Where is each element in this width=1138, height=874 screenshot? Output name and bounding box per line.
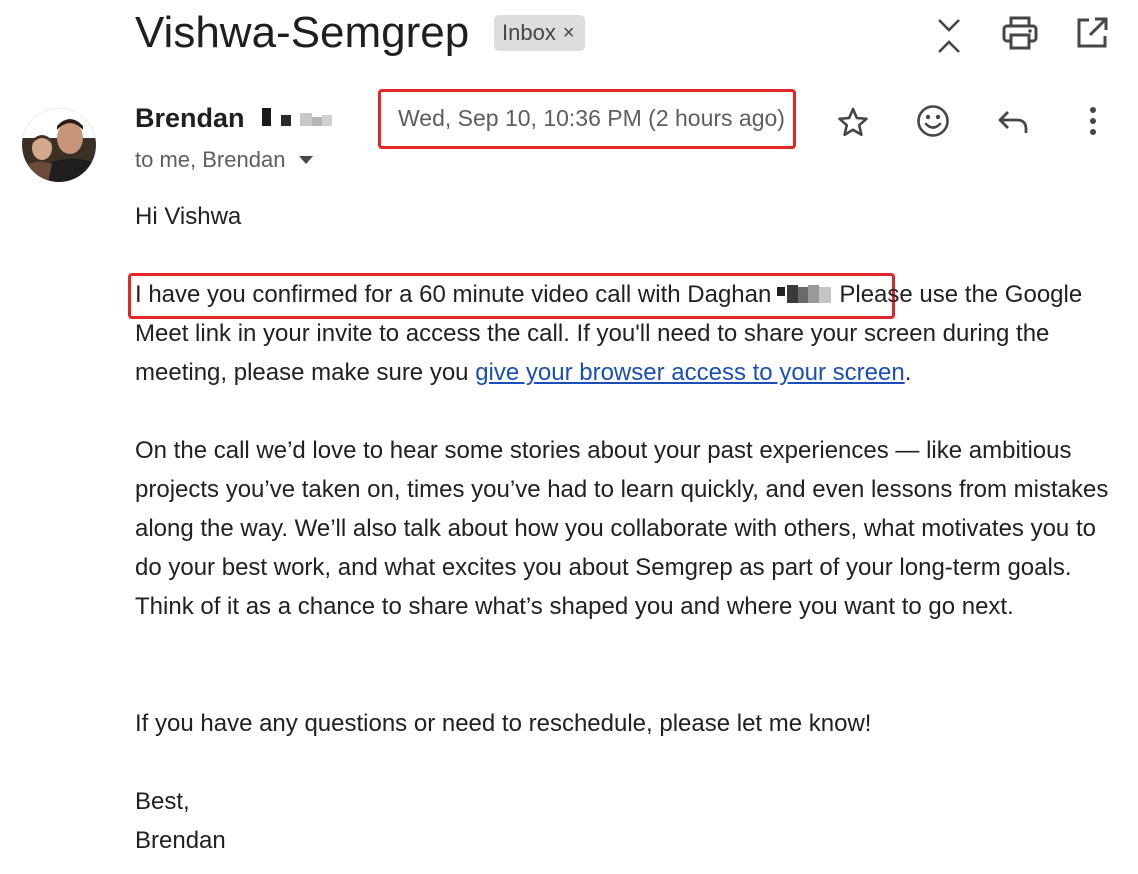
emoji-reaction-icon[interactable]	[909, 97, 957, 145]
email-paragraph-1: I have you confirmed for a 60 minute vid…	[135, 275, 1125, 392]
remove-label-icon[interactable]: ×	[563, 22, 575, 45]
email-paragraph-3: If you have any questions or need to res…	[135, 710, 872, 737]
collapse-expand-icon[interactable]	[927, 14, 971, 58]
screen-access-link[interactable]: give your browser access to your screen	[475, 359, 905, 386]
email-paragraph-2: On the call we’d love to hear some stori…	[135, 437, 1109, 620]
redacted-surname	[262, 108, 334, 130]
recipients-text: to me, Brendan	[135, 147, 286, 172]
sender-name[interactable]: Brendan	[135, 103, 245, 134]
email-subject: Vishwa-Semgrep	[135, 8, 470, 57]
inbox-label-chip[interactable]: Inbox ×	[494, 15, 585, 51]
p1-confirmation-text: I have you confirmed for a 60 minute vid…	[135, 281, 772, 308]
more-options-icon[interactable]	[1069, 97, 1117, 145]
email-signoff: Best,	[135, 788, 190, 815]
inbox-label-text: Inbox	[502, 20, 556, 45]
email-greeting: Hi Vishwa	[135, 203, 242, 230]
print-icon[interactable]	[998, 11, 1042, 55]
star-icon[interactable]	[829, 98, 877, 146]
sender-avatar[interactable]	[22, 108, 96, 182]
email-signature: Brendan	[135, 827, 226, 854]
open-in-new-window-icon[interactable]	[1070, 11, 1114, 55]
recipients-dropdown[interactable]: to me, Brendan	[135, 147, 314, 173]
chevron-down-icon	[299, 156, 314, 164]
p1-period: .	[904, 359, 912, 386]
redacted-name	[777, 278, 835, 303]
message-date: Wed, Sep 10, 10:36 PM (2 hours ago)	[398, 105, 785, 131]
reply-icon[interactable]	[989, 98, 1037, 146]
